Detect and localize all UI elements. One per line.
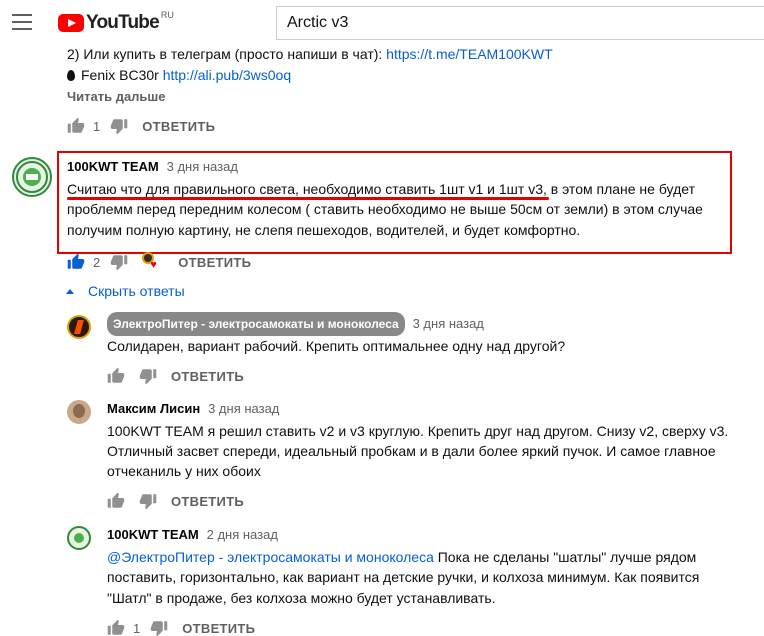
dislike-icon[interactable] [139, 492, 157, 510]
reply-time[interactable]: 3 дня назад [413, 316, 484, 331]
reply-header: Максим Лисин 3 дня назад [107, 398, 279, 419]
avatar[interactable] [67, 315, 91, 339]
like-icon[interactable] [107, 492, 125, 510]
avatar[interactable] [12, 157, 52, 197]
reply-text-line: 100KWT TEAM я решил ставить v2 и v3 круг… [107, 423, 729, 439]
logo-region: RU [160, 10, 174, 20]
comment-text-line: Считаю что для правильного света, необхо… [67, 181, 695, 197]
avatar[interactable] [67, 526, 91, 550]
reply-button[interactable]: ОТВЕТИТЬ [182, 621, 255, 636]
menu-icon[interactable] [12, 14, 34, 32]
comment-text-line: получим полную картину, не слепя пешеход… [67, 222, 581, 238]
like-count: 2 [93, 254, 101, 270]
drop-icon [67, 70, 75, 81]
dislike-icon[interactable] [110, 253, 128, 271]
youtube-play-icon [58, 14, 84, 32]
avatar[interactable] [67, 400, 91, 424]
aliexpress-link[interactable]: http://ali.pub/3ws0oq [163, 67, 291, 83]
dislike-icon[interactable] [110, 117, 128, 135]
like-count: 1 [93, 118, 101, 134]
mention-link[interactable]: @ЭлектроПитер - электросамокаты и моноко… [107, 549, 434, 565]
reply-time[interactable]: 3 дня назад [208, 401, 279, 416]
dislike-icon[interactable] [139, 367, 157, 385]
reply-text-line: Отличный засвет спереди, идеальный пробк… [107, 443, 716, 459]
main-comment-actions: 2 ♥ ОТВЕТИТЬ [67, 250, 251, 274]
chevron-up-icon [66, 289, 74, 294]
dislike-icon[interactable] [150, 619, 168, 636]
reply-time[interactable]: 2 дня назад [207, 527, 278, 542]
reply-text-line: поставить, горизонтально, как вариант на… [107, 569, 700, 585]
prev-comment-actions: 1 ОТВЕТИТЬ [67, 114, 215, 138]
reply-text-line: "Шатл" в продаже, без колхоза можно буде… [107, 590, 496, 606]
like-icon[interactable] [107, 367, 125, 385]
reply-header: 100KWT TEAM 2 дня назад [107, 524, 278, 545]
creator-heart: ♥ [142, 252, 162, 272]
search-query: Arctic v3 [287, 14, 349, 31]
search-input[interactable]: Arctic v3 [276, 6, 764, 40]
reply-text-line: @ЭлектроПитер - электросамокаты и моноко… [107, 549, 697, 565]
reply-text-line: отчеканиль у них обоих [107, 463, 261, 479]
youtube-logo[interactable]: YouTube RU [58, 10, 174, 34]
like-icon[interactable] [107, 619, 125, 636]
reply-header: ЭлектроПитер - электросамокаты и монокол… [107, 312, 484, 336]
reply-actions: 1 ОТВЕТИТЬ [107, 616, 255, 636]
logo-text: YouTube [86, 12, 160, 33]
reply-button[interactable]: ОТВЕТИТЬ [171, 494, 244, 509]
read-more-button[interactable]: Читать дальше [67, 87, 166, 107]
reply-button[interactable]: ОТВЕТИТЬ [178, 255, 251, 270]
comment-text-line: проблемм перед передним колесом ( ставит… [67, 201, 703, 217]
heart-icon: ♥ [150, 259, 157, 271]
reply-button[interactable]: ОТВЕТИТЬ [142, 119, 215, 134]
reply-author[interactable]: 100KWT TEAM [107, 527, 199, 542]
like-icon[interactable] [67, 117, 85, 135]
team-logo-icon [74, 533, 84, 543]
reply-actions: ОТВЕТИТЬ [107, 489, 244, 513]
reply-text-line: Солидарен, вариант рабочий. Крепить опти… [107, 338, 566, 354]
reply-author[interactable]: ЭлектроПитер - электросамокаты и монокол… [107, 312, 405, 336]
telegram-link[interactable]: https://t.me/TEAM100KWT [386, 46, 553, 62]
reply-actions: ОТВЕТИТЬ [107, 364, 244, 388]
prev-comment-line2: Fenix BC30r http://ali.pub/3ws0oq [67, 65, 291, 85]
user-face-icon [73, 404, 85, 418]
like-icon[interactable] [67, 253, 85, 271]
reply-author[interactable]: Максим Лисин [107, 401, 200, 416]
like-count: 1 [133, 620, 141, 636]
top-bar: YouTube RU Arctic v3 [0, 0, 764, 48]
hide-replies-button[interactable]: Скрыть ответы [66, 281, 185, 301]
team-logo-icon [16, 161, 48, 193]
reply-button[interactable]: ОТВЕТИТЬ [171, 369, 244, 384]
lightning-icon [74, 320, 84, 334]
